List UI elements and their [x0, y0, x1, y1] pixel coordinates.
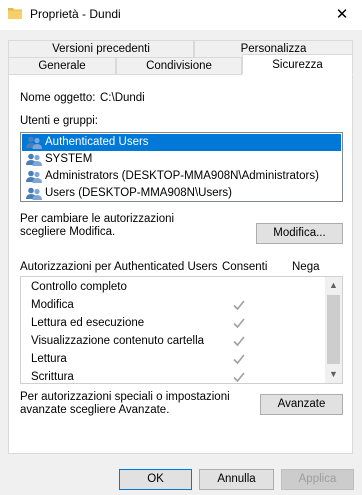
permission-row: Lettura ed esecuzione	[31, 314, 245, 332]
list-item-label: Users (DESKTOP-MMA908N\Users)	[45, 187, 233, 199]
permission-label: Controllo completo	[31, 281, 127, 293]
user-group-icon	[26, 170, 42, 183]
list-item[interactable]: Authenticated Users	[22, 134, 341, 151]
avanzate-button[interactable]: Avanzate	[260, 394, 343, 415]
scroll-down-icon[interactable]: ▼	[325, 366, 342, 383]
advanced-hint-line1: Per autorizzazioni speciali o impostazio…	[20, 391, 230, 403]
change-hint-line2: scegliere Modifica.	[20, 226, 116, 238]
users-listbox[interactable]: Authenticated Users SYSTEM Administrator…	[20, 132, 343, 202]
permissions-header: Autorizzazioni per Authenticated Users	[20, 261, 218, 273]
permissions-list[interactable]: Controllo completo Modifica Lettura ed e…	[20, 276, 343, 384]
modifica-button[interactable]: Modifica...	[256, 223, 343, 244]
check-icon	[233, 372, 245, 383]
check-icon	[233, 336, 245, 347]
permission-row: Controllo completo	[31, 278, 127, 296]
permission-label: Visualizzazione contenuto cartella	[31, 335, 205, 347]
applica-button[interactable]: Applica	[281, 469, 354, 490]
deny-column-header: Nega	[292, 261, 320, 273]
list-item-label: SYSTEM	[45, 153, 93, 165]
advanced-hint-line2: avanzate scegliere Avanzate.	[20, 404, 170, 416]
user-group-icon	[26, 187, 42, 200]
list-item[interactable]: Administrators (DESKTOP-MMA908N\Administ…	[22, 168, 341, 185]
tab-generale[interactable]: Generale	[8, 57, 116, 74]
list-item[interactable]: SYSTEM	[22, 151, 341, 168]
permission-label: Lettura ed esecuzione	[31, 317, 145, 329]
tab-versioni-precedenti[interactable]: Versioni precedenti	[8, 40, 194, 57]
check-icon	[233, 300, 245, 311]
permission-label: Lettura	[31, 353, 67, 365]
user-group-icon	[26, 153, 42, 166]
check-icon	[233, 318, 245, 329]
ok-button[interactable]: OK	[119, 469, 192, 490]
permissions-scrollbar[interactable]: ▲ ▼	[325, 277, 342, 383]
check-icon	[233, 354, 245, 365]
security-panel: Nome oggetto: C:\Dundi Utenti e gruppi: …	[8, 74, 353, 454]
object-name-label: Nome oggetto:	[20, 92, 96, 104]
list-item-label: Administrators (DESKTOP-MMA908N\Administ…	[45, 170, 319, 182]
annulla-button[interactable]: Annulla	[199, 469, 274, 490]
scroll-thumb[interactable]	[327, 295, 340, 364]
object-name-value: C:\Dundi	[100, 92, 145, 104]
permission-label: Scrittura	[31, 371, 74, 383]
permission-row: Visualizzazione contenuto cartella	[31, 332, 245, 350]
list-item[interactable]: Users (DESKTOP-MMA908N\Users)	[22, 185, 341, 202]
allow-column-header: Consenti	[222, 261, 268, 273]
users-groups-label: Utenti e gruppi:	[20, 115, 98, 127]
tab-condivisione[interactable]: Condivisione	[116, 57, 242, 74]
user-group-icon	[26, 136, 42, 149]
change-hint-line1: Per cambiare le autorizzazioni	[20, 213, 175, 225]
permission-row: Lettura	[31, 350, 245, 368]
close-button[interactable]: ✕	[322, 0, 362, 30]
permission-label: Modifica	[31, 299, 74, 311]
permission-row: Scrittura	[31, 368, 245, 386]
permission-row: Modifica	[31, 296, 245, 314]
window-title: Proprietà - Dundi	[30, 7, 121, 21]
list-item-label: Authenticated Users	[45, 136, 149, 148]
scroll-up-icon[interactable]: ▲	[325, 277, 342, 294]
folder-icon	[8, 8, 22, 19]
tab-sicurezza[interactable]: Sicurezza	[242, 54, 353, 75]
